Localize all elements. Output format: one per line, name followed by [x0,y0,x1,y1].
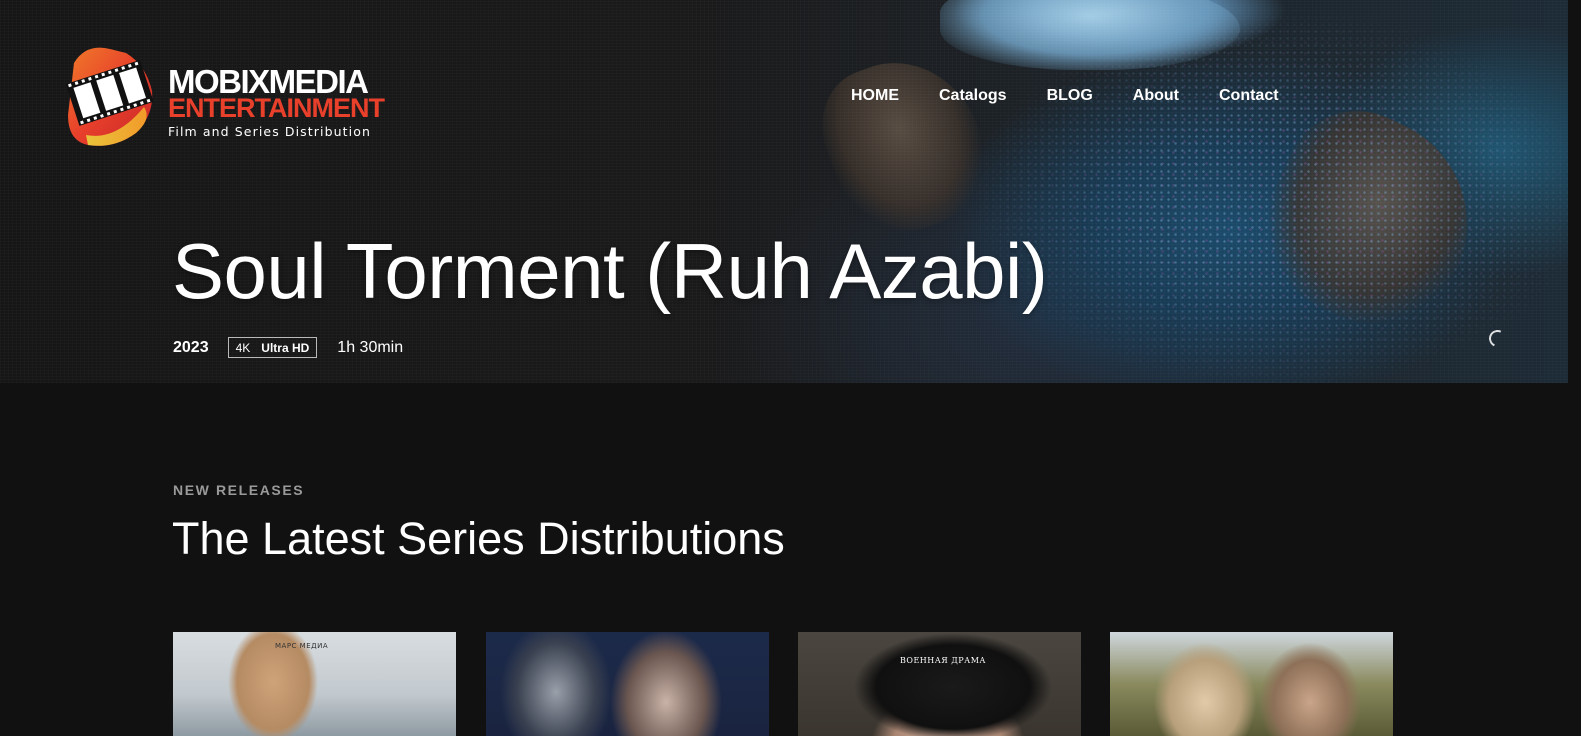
hero-meta: 2023 4K Ultra HD 1h 30min [173,337,403,358]
release-year: 2023 [173,338,209,356]
section-title: The Latest Series Distributions [172,513,785,564]
series-card-poster[interactable]: МАРС МЕДИА [173,632,456,736]
runtime: 1h 30min [337,338,404,356]
nav-item-contact[interactable]: Contact [1219,86,1279,106]
logo-name-line2: ENTERTAINMENT [168,93,385,123]
series-card-poster[interactable]: ВОЕННАЯ ДРАМА [798,632,1081,736]
series-card-poster[interactable] [1110,632,1393,736]
site-logo[interactable]: MOBIXMEDIA ENTERTAINMENT Film and Series… [66,45,396,149]
series-card-poster[interactable] [486,632,769,736]
quality-badge: 4K Ultra HD [227,337,318,358]
quality-badge-label: Ultra HD [261,340,310,355]
poster-genre-label: ВОЕННАЯ ДРАМА [900,656,986,665]
logo-tagline: Film and Series Distribution [168,124,372,139]
poster-studio-label: МАРС МЕДИА [275,642,329,650]
hero-title: Soul Torment (Ruh Azabi) [172,227,1048,315]
nav-item-about[interactable]: About [1133,86,1179,106]
section-kicker: NEW RELEASES [173,482,305,498]
film-strip-logo-icon [66,47,154,146]
quality-badge-resolution: 4K [235,340,251,355]
nav-item-catalogs[interactable]: Catalogs [939,86,1007,106]
nav-item-home[interactable]: HOME [851,86,899,106]
main-nav: HOME Catalogs BLOG About Contact [851,86,1319,106]
nav-item-blog[interactable]: BLOG [1047,86,1093,106]
